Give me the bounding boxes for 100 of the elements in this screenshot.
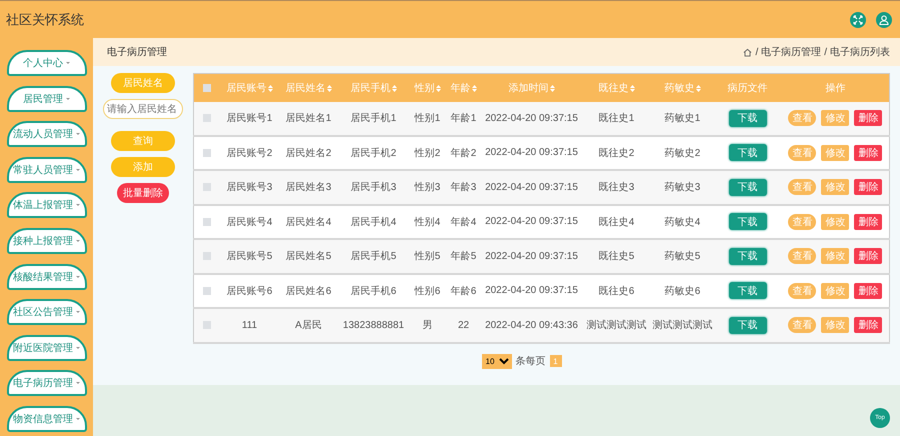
sort-icon[interactable] <box>472 84 476 92</box>
sort-icon[interactable] <box>436 84 440 92</box>
caret-icon <box>76 204 80 206</box>
row-checkbox[interactable] <box>202 148 211 157</box>
menu-item[interactable]: 接种上报管理 <box>6 228 86 254</box>
app-title: 社区关怀系统 <box>6 10 84 28</box>
table-cell: 既往史2 <box>598 148 634 159</box>
view-button[interactable]: 查看 <box>788 214 816 230</box>
delete-button[interactable]: 删除 <box>854 248 882 264</box>
row-checkbox[interactable] <box>202 252 211 260</box>
menu-item[interactable]: 社区公告管理 <box>6 299 86 326</box>
fullscreen-icon[interactable] <box>850 12 866 28</box>
menu-item[interactable]: 核酸结果管理 <box>6 264 86 290</box>
sort-icon[interactable] <box>550 84 554 92</box>
view-button[interactable]: 查看 <box>788 144 816 161</box>
column-header[interactable]: 居民姓名 <box>286 81 326 95</box>
edit-button[interactable]: 修改 <box>821 179 850 196</box>
column-header: 操作 <box>825 82 846 95</box>
delete-button[interactable]: 删除 <box>854 282 882 299</box>
table-cell: 居民手机3 <box>350 182 396 194</box>
view-button[interactable]: 查看 <box>788 317 816 334</box>
table-cell: 药敏史1 <box>664 113 700 124</box>
menu-item[interactable]: 常驻人员管理 <box>6 156 86 183</box>
download-button[interactable]: 下载 <box>728 178 766 196</box>
page-size-select[interactable]: 10 <box>482 354 512 368</box>
download-button[interactable]: 下载 <box>728 248 766 265</box>
column-header[interactable]: 居民账号 <box>226 81 266 95</box>
edit-button[interactable]: 修改 <box>821 248 850 264</box>
table-cell: 年龄3 <box>450 182 476 194</box>
column-header[interactable]: 年龄 <box>450 81 470 95</box>
column-header[interactable]: 添加时间 <box>508 81 548 95</box>
name-search-field[interactable]: 请输入居民姓名 <box>103 99 183 119</box>
table-cell: 年龄6 <box>450 286 476 297</box>
column-header[interactable]: 性别 <box>414 81 434 95</box>
row-checkbox[interactable] <box>202 321 211 330</box>
sort-icon[interactable] <box>268 84 272 92</box>
table-cell: 居民账号6 <box>226 286 272 297</box>
delete-button[interactable]: 删除 <box>854 214 882 230</box>
table-cell: 性别4 <box>414 216 440 228</box>
sort-icon[interactable] <box>326 84 332 92</box>
table-cell: 居民手机5 <box>350 251 396 262</box>
delete-button[interactable]: 删除 <box>854 110 882 126</box>
delete-button[interactable]: 删除 <box>854 317 882 334</box>
page-number[interactable]: 1 <box>550 355 562 367</box>
table-cell: 2022-04-20 09:37:15 <box>485 147 578 158</box>
table-cell: 22 <box>458 320 470 331</box>
table-cell: 药敏史2 <box>664 148 700 159</box>
edit-button[interactable]: 修改 <box>821 317 850 334</box>
batch-delete-button[interactable]: 批量删除 <box>117 183 169 203</box>
view-button[interactable]: 查看 <box>788 282 816 299</box>
table-cell: 药敏史5 <box>664 251 700 262</box>
row-checkbox[interactable] <box>202 183 211 192</box>
sort-icon[interactable] <box>696 84 700 92</box>
download-button[interactable]: 下载 <box>728 110 766 127</box>
table-cell: 2022-04-20 09:43:36 <box>485 320 578 331</box>
table-cell: 2022-04-20 09:37:15 <box>485 250 578 262</box>
search-label: 居民姓名 <box>111 73 175 93</box>
download-button[interactable]: 下载 <box>728 213 766 230</box>
table-cell: 居民姓名2 <box>286 148 332 159</box>
column-header[interactable]: 既往史 <box>598 81 628 95</box>
download-button[interactable]: 下载 <box>728 144 766 162</box>
table-cell: 男 <box>422 320 432 332</box>
select-all-checkbox[interactable] <box>202 84 211 92</box>
table-cell: 既往史6 <box>598 286 634 297</box>
menu-item[interactable]: 物资信息管理 <box>6 406 86 432</box>
breadcrumb-link[interactable]: 电子病历列表 <box>830 45 890 59</box>
row-checkbox[interactable] <box>202 286 211 295</box>
home-icon[interactable] <box>743 48 752 56</box>
menu-item[interactable]: 居民管理 <box>6 86 86 112</box>
row-checkbox[interactable] <box>202 114 211 122</box>
delete-button[interactable]: 删除 <box>854 179 882 196</box>
table-cell: A居民 <box>295 320 322 332</box>
download-button[interactable]: 下载 <box>728 316 766 334</box>
menu-item[interactable]: 体温上报管理 <box>6 192 86 218</box>
delete-button[interactable]: 删除 <box>854 144 882 161</box>
user-icon[interactable] <box>876 12 892 28</box>
table-cell: 性别5 <box>414 251 440 262</box>
menu-item[interactable]: 流动人员管理 <box>6 121 86 148</box>
column-header[interactable]: 居民手机 <box>350 81 390 95</box>
edit-button[interactable]: 修改 <box>821 214 850 230</box>
caret-icon <box>76 240 80 242</box>
column-header[interactable]: 药敏史 <box>664 81 694 95</box>
menu-item[interactable]: 电子病历管理 <box>6 370 86 396</box>
caret-icon <box>76 418 80 420</box>
view-button[interactable]: 查看 <box>788 110 816 126</box>
edit-button[interactable]: 修改 <box>821 282 850 299</box>
menu-item[interactable]: 个人中心 <box>6 50 86 76</box>
table-cell: 居民账号5 <box>226 251 272 262</box>
table-cell: 性别1 <box>414 113 440 124</box>
sort-icon[interactable] <box>630 84 634 92</box>
edit-button[interactable]: 修改 <box>821 110 850 126</box>
menu-item[interactable]: 附近医院管理 <box>6 334 86 361</box>
caret-icon <box>76 346 80 349</box>
row-checkbox[interactable] <box>202 218 211 226</box>
edit-button[interactable]: 修改 <box>821 144 850 161</box>
breadcrumb-link[interactable]: 电子病历管理 <box>761 45 822 59</box>
view-button[interactable]: 查看 <box>788 179 816 196</box>
sort-icon[interactable] <box>392 84 396 92</box>
view-button[interactable]: 查看 <box>788 248 816 264</box>
download-button[interactable]: 下载 <box>728 282 766 300</box>
